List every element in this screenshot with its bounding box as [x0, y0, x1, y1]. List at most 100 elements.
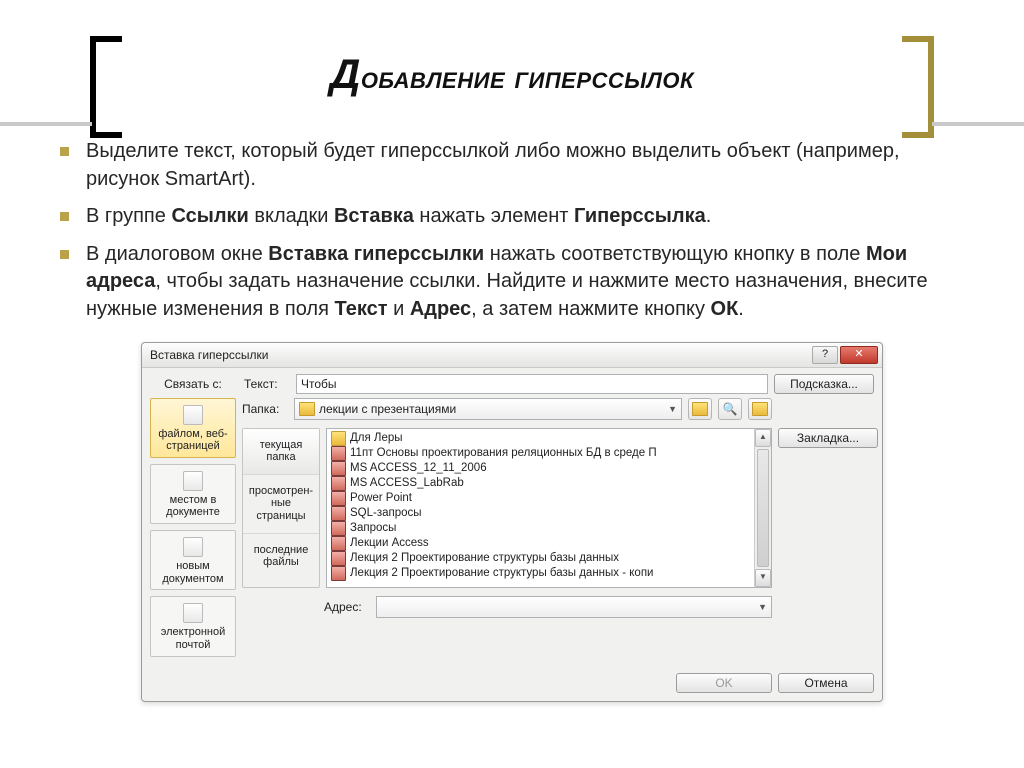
file-row[interactable]: Для Леры	[327, 431, 755, 446]
file-row[interactable]: MS ACCESS_LabRab	[327, 476, 755, 491]
file-name: SQL-запросы	[350, 506, 422, 521]
document-icon	[331, 461, 346, 476]
document-icon	[331, 536, 346, 551]
linkto-label: файлом, веб-страницей	[158, 428, 227, 453]
link-to-email[interactable]: электронной почтой	[150, 596, 236, 656]
file-row[interactable]: Лекция 2 Проектирование структуры базы д…	[327, 551, 755, 566]
chevron-down-icon: ▼	[758, 598, 767, 616]
chevron-down-icon: ▼	[668, 400, 677, 418]
tab-recent-files[interactable]: последние файлы	[243, 534, 319, 579]
bracket-left-icon	[90, 36, 122, 138]
folder-icon	[331, 431, 346, 446]
text-row: Связать с: Текст: Чтобы Подсказка...	[150, 374, 874, 394]
address-label: Адрес:	[324, 600, 370, 614]
bookmark-button[interactable]: Закладка...	[778, 428, 878, 448]
slide-title-initial: Д	[330, 50, 361, 97]
file-list-inner: Для Леры11пт Основы проектирования реляц…	[327, 429, 755, 587]
slide-title: Добавление гиперссылок	[90, 50, 934, 98]
text-label: Текст:	[244, 377, 290, 391]
slide-bullets: Выделите текст, который будет гиперссылк…	[60, 138, 954, 324]
address-input[interactable]: ▼	[376, 596, 772, 618]
file-name: Лекция 2 Проектирование структуры базы д…	[350, 551, 619, 566]
file-name: MS ACCESS_LabRab	[350, 476, 464, 491]
bullet-text: Выделите текст, который будет гиперссылк…	[86, 140, 900, 190]
file-name: 11пт Основы проектирования реляционных Б…	[350, 446, 657, 461]
document-icon	[331, 566, 346, 581]
magnifier-icon: 🔍	[723, 402, 738, 416]
bullet-item: В диалоговом окне Вставка гиперссылки на…	[60, 241, 954, 324]
scrollbar[interactable]: ▲ ▼	[754, 429, 771, 587]
link-to-sidebar: файлом, веб-страницей местом в документе…	[150, 398, 236, 657]
folder-icon	[299, 402, 315, 416]
bullet-text: В диалоговом окне Вставка гиперссылки на…	[86, 243, 928, 320]
file-name: Для Леры	[350, 431, 403, 446]
link-to-label: Связать с:	[150, 377, 238, 391]
folder-dropdown[interactable]: лекции с презентациями ▼	[294, 398, 682, 420]
open-folder-icon	[752, 402, 768, 416]
title-underline-left	[0, 122, 92, 126]
close-icon: ✕	[854, 348, 863, 360]
linkto-label: электронной почтой	[161, 626, 226, 651]
close-button[interactable]: ✕	[840, 346, 878, 364]
browse-tabs: текущая папка просмотрен- ные страницы п…	[242, 428, 320, 588]
tab-current-folder[interactable]: текущая папка	[243, 429, 319, 475]
document-icon	[331, 476, 346, 491]
scroll-thumb[interactable]	[757, 449, 769, 567]
file-row[interactable]: Лекция 2 Проектирование структуры базы д…	[327, 566, 755, 581]
browse-row: текущая папка просмотрен- ные страницы п…	[242, 428, 772, 588]
file-row[interactable]: MS ACCESS_12_11_2006	[327, 461, 755, 476]
dialog-titlebar[interactable]: Вставка гиперссылки ? ✕	[142, 343, 882, 368]
help-icon: ?	[822, 348, 828, 360]
new-doc-icon	[183, 537, 203, 557]
bracket-right-icon	[902, 36, 934, 138]
linkto-label: новым документом	[162, 560, 223, 585]
email-icon	[183, 603, 203, 623]
dialog-title: Вставка гиперссылки	[150, 348, 268, 362]
insert-hyperlink-dialog: Вставка гиперссылки ? ✕ Связать с: Текст…	[141, 342, 883, 702]
text-input[interactable]: Чтобы	[296, 374, 768, 394]
bullet-item: Выделите текст, который будет гиперссылк…	[60, 138, 954, 193]
up-one-level-button[interactable]	[688, 398, 712, 420]
file-list[interactable]: Для Леры11пт Основы проектирования реляц…	[326, 428, 772, 588]
file-name: MS ACCESS_12_11_2006	[350, 461, 487, 476]
file-name: Лекции Access	[350, 536, 429, 551]
cancel-button[interactable]: Отмена	[778, 673, 874, 693]
scroll-down-button[interactable]: ▼	[755, 569, 771, 587]
folder-value: лекции с презентациями	[319, 400, 456, 418]
title-underline-right	[932, 122, 1024, 126]
document-icon	[331, 446, 346, 461]
tab-browsed-pages[interactable]: просмотрен- ные страницы	[243, 475, 319, 534]
file-name: Лекция 2 Проектирование структуры базы д…	[350, 566, 653, 581]
file-name: Запросы	[350, 521, 396, 536]
browse-web-button[interactable]: 🔍	[718, 398, 742, 420]
file-row[interactable]: Лекции Access	[327, 536, 755, 551]
ok-button[interactable]: OK	[676, 673, 772, 693]
scroll-up-button[interactable]: ▲	[755, 429, 771, 447]
file-row[interactable]: SQL-запросы	[327, 506, 755, 521]
folder-row: Папка: лекции с презентациями ▼ 🔍	[242, 398, 772, 420]
folder-up-icon	[692, 402, 708, 416]
dialog-body: Связать с: Текст: Чтобы Подсказка... фай…	[142, 368, 882, 669]
document-icon	[331, 506, 346, 521]
document-icon	[331, 551, 346, 566]
document-icon	[331, 491, 346, 506]
browse-file-button[interactable]	[748, 398, 772, 420]
file-row[interactable]: 11пт Основы проектирования реляционных Б…	[327, 446, 755, 461]
link-to-new-doc[interactable]: новым документом	[150, 530, 236, 590]
bookmark-icon	[183, 471, 203, 491]
file-row[interactable]: Power Point	[327, 491, 755, 506]
tooltip-button[interactable]: Подсказка...	[774, 374, 874, 394]
document-icon	[331, 521, 346, 536]
folder-label: Папка:	[242, 402, 288, 416]
window-buttons: ? ✕	[812, 346, 878, 364]
link-to-file-web[interactable]: файлом, веб-страницей	[150, 398, 236, 458]
help-button[interactable]: ?	[812, 346, 838, 364]
dialog-right-column: Закладка...	[778, 398, 874, 448]
file-name: Power Point	[350, 491, 412, 506]
link-to-place-in-doc[interactable]: местом в документе	[150, 464, 236, 524]
dialog-main-row: файлом, веб-страницей местом в документе…	[150, 398, 874, 657]
dialog-center-column: Папка: лекции с презентациями ▼ 🔍	[242, 398, 772, 622]
dialog-footer: OK Отмена	[142, 669, 882, 701]
file-row[interactable]: Запросы	[327, 521, 755, 536]
globe-file-icon	[183, 405, 203, 425]
